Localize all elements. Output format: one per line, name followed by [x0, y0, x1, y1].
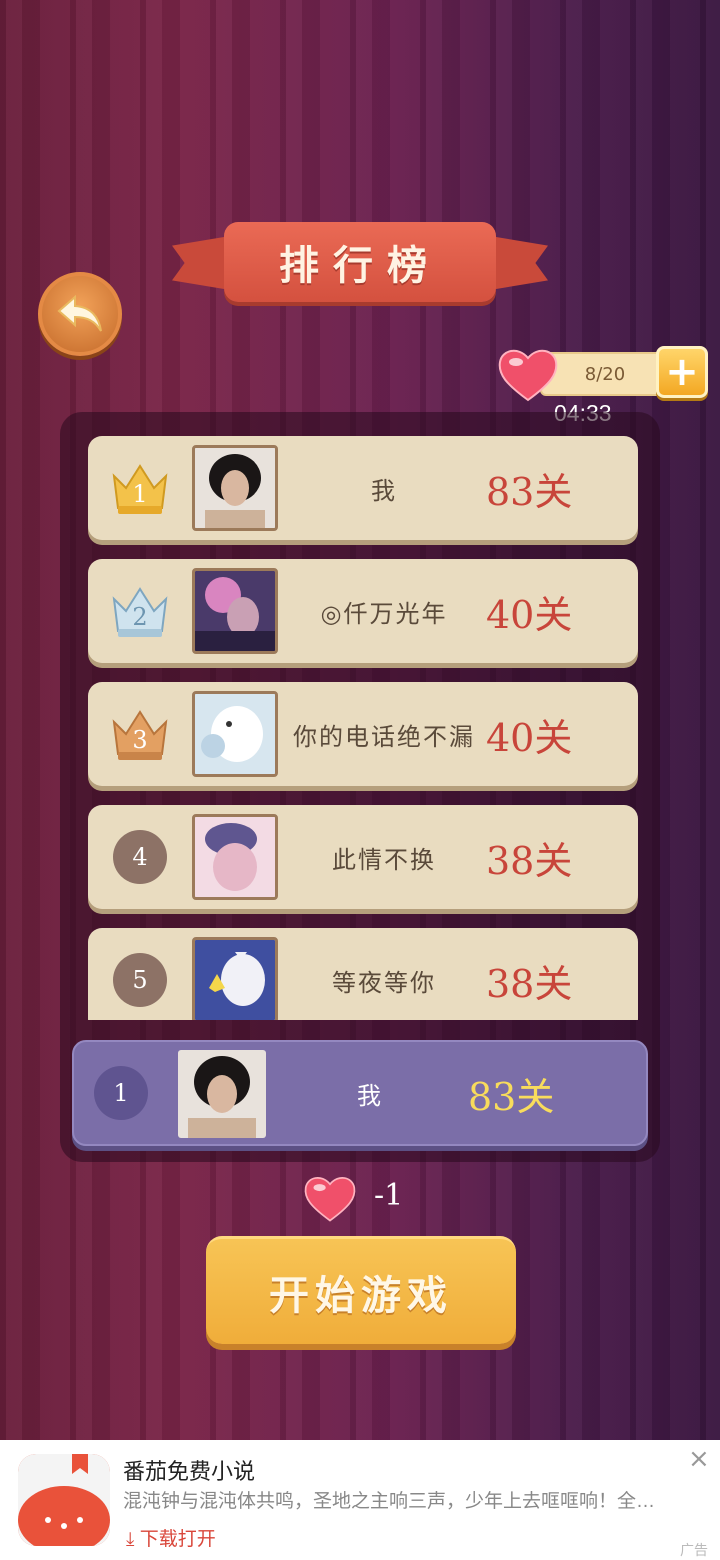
player-score: 83关	[486, 469, 573, 514]
rank-badge: 3	[108, 704, 172, 764]
player-score: 38关	[486, 961, 573, 1006]
rank-badge: 5	[108, 950, 172, 1010]
ad-description: 混沌钟与混沌体共鸣，圣地之主响三声，少年上去哐哐响！全…	[123, 1491, 656, 1512]
rank-badge: 1	[108, 458, 172, 518]
avatar	[192, 445, 278, 531]
rank-badge: 4	[108, 827, 172, 887]
lives-counter: 8/20 +	[496, 344, 712, 404]
avatar	[192, 568, 278, 654]
leaderboard-list[interactable]: 1 我 83关 2 ◎仟万光年 40关 3 你的电话绝不漏 40关 4 此情不换…	[88, 436, 638, 1020]
avatar	[192, 937, 278, 1020]
table-row: 3 你的电话绝不漏 40关	[88, 682, 638, 786]
heart-icon	[498, 349, 558, 402]
player-name: 此情不换	[332, 845, 436, 874]
my-rank-row: 1 我 83关	[72, 1040, 648, 1146]
download-icon: ⤓	[126, 1529, 140, 1550]
player-score: 40关	[486, 592, 573, 637]
gold-crown-icon: 1	[112, 464, 168, 514]
table-row: 4 此情不换 38关	[88, 805, 638, 909]
game-stage: 排行榜 8/20 + 04:33 1 我	[0, 0, 720, 1440]
rank-badge: 2	[108, 581, 172, 641]
ad-cta-label: 下载打开	[139, 1529, 216, 1550]
back-button[interactable]	[38, 272, 122, 356]
rank-number: 4	[113, 830, 167, 884]
title-ribbon: 排行榜	[172, 220, 548, 304]
table-row: 1 我 83关	[88, 436, 638, 540]
ad-banner[interactable]: 番茄免费小说 混沌钟与混沌体共鸣，圣地之主响三声，少年上去哐哐响！全… ⤓ 下载…	[0, 1440, 720, 1560]
player-name: 你的电话绝不漏	[293, 722, 475, 751]
page-title: 排行榜	[224, 222, 496, 302]
life-cost: -1	[302, 1168, 422, 1228]
my-avatar	[178, 1050, 266, 1138]
add-lives-button[interactable]: +	[656, 346, 708, 398]
ad-title: 番茄免费小说	[123, 1459, 256, 1484]
player-name: ◎仟万光年	[320, 599, 448, 628]
start-game-button[interactable]: 开始游戏	[206, 1236, 516, 1344]
rank-number: 3	[132, 726, 147, 754]
rank-number: 2	[132, 603, 147, 631]
player-score: 40关	[486, 715, 573, 760]
player-score: 38关	[486, 838, 573, 883]
ad-app-logo	[18, 1454, 110, 1546]
my-score: 83关	[468, 1074, 555, 1119]
my-name: 我	[357, 1081, 381, 1110]
life-cost-value: -1	[374, 1178, 404, 1213]
heart-icon	[304, 1177, 356, 1222]
silver-crown-icon: 2	[112, 587, 168, 637]
rank-number: 5	[113, 953, 167, 1007]
ad-label: 广告	[680, 1543, 708, 1559]
player-name: 等夜等你	[332, 968, 436, 997]
player-name: 我	[371, 476, 397, 505]
ad-download-link[interactable]: ⤓ 下载打开	[126, 1524, 216, 1551]
bronze-crown-icon: 3	[112, 710, 168, 760]
table-row: 5 等夜等你 38关	[88, 928, 638, 1020]
back-arrow-icon	[57, 294, 102, 332]
avatar	[192, 691, 278, 777]
table-row: 2 ◎仟万光年 40关	[88, 559, 638, 663]
avatar	[192, 814, 278, 900]
my-rank-number: 1	[94, 1066, 148, 1120]
ad-close-button[interactable]: ×	[688, 1444, 710, 1474]
rank-number: 1	[132, 480, 147, 508]
